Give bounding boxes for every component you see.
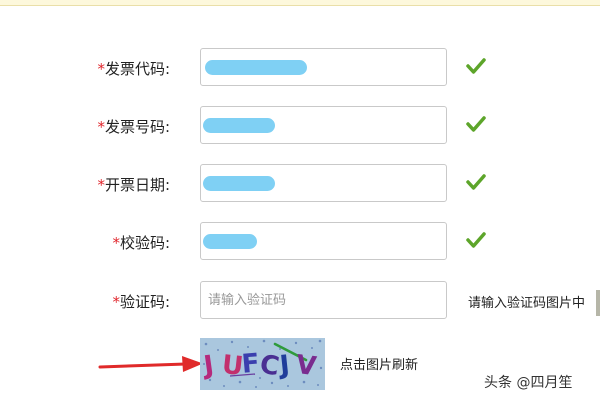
required-asterisk: * [97, 176, 105, 194]
redacted-value [203, 118, 275, 133]
invoice-code-label: *发票代码: [97, 60, 170, 78]
check-icon [466, 58, 486, 74]
invoice-number-label: *发票号码: [97, 118, 170, 136]
check-icon [466, 174, 486, 190]
check-code-row: *校验码: [0, 222, 600, 262]
required-asterisk: * [97, 60, 105, 78]
check-icon [466, 116, 486, 132]
captcha-row: *验证码: 请输入验证码图片中 [0, 281, 600, 321]
check-icon [466, 232, 486, 248]
redacted-value [203, 176, 275, 191]
invoice-number-field[interactable] [200, 106, 447, 144]
captcha-image-graphic: J U F C J V [200, 338, 325, 390]
required-asterisk: * [97, 118, 105, 136]
issue-date-label: *开票日期: [97, 176, 170, 194]
red-arrow-annotation [98, 356, 203, 372]
redacted-value [203, 234, 257, 249]
scrollbar-edge[interactable] [596, 290, 600, 316]
top-banner-strip [0, 0, 600, 6]
invoice-code-row: *发票代码: [0, 48, 600, 88]
redacted-value [205, 60, 307, 75]
issue-date-row: *开票日期: [0, 164, 600, 204]
required-asterisk: * [112, 234, 120, 252]
captcha-label: *验证码: [112, 293, 170, 311]
check-code-field[interactable] [200, 222, 447, 260]
invoice-code-field[interactable] [200, 48, 447, 86]
check-code-label: *校验码: [112, 234, 170, 252]
captcha-field[interactable] [200, 281, 447, 319]
captcha-input[interactable] [201, 282, 446, 318]
invoice-number-row: *发票号码: [0, 106, 600, 146]
captcha-image[interactable]: J U F C J V [200, 338, 325, 390]
watermark: 头条 @四月笙 [484, 375, 573, 391]
issue-date-field[interactable] [200, 164, 447, 202]
captcha-hint: 请输入验证码图片中 [468, 296, 586, 311]
required-asterisk: * [112, 293, 120, 311]
refresh-captcha-link[interactable]: 点击图片刷新 [340, 354, 418, 373]
svg-text:V: V [294, 350, 318, 382]
